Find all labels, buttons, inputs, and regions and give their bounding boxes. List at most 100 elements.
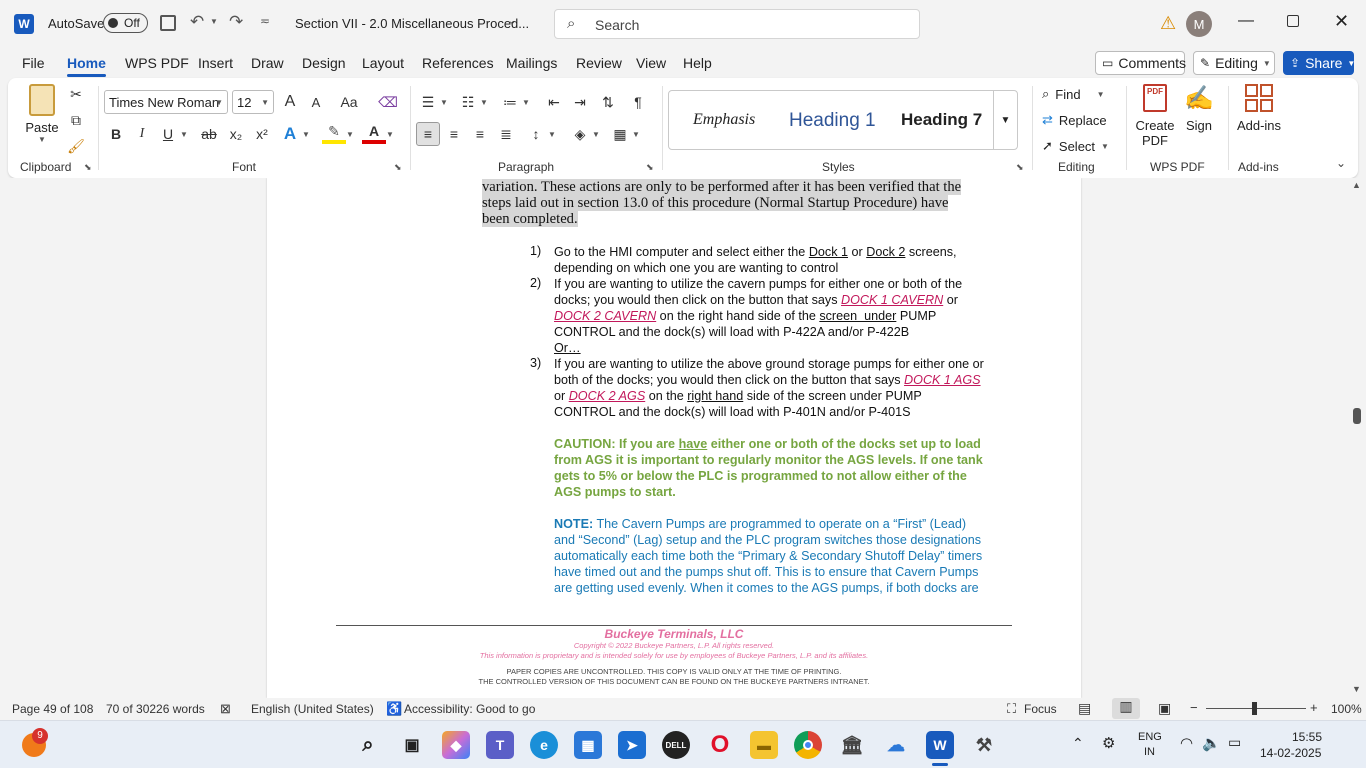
bullets-icon[interactable]: ☰ [416,90,440,114]
undo-dropdown-icon[interactable]: ▼ [210,17,218,26]
grow-font-icon[interactable]: A [278,90,302,114]
web-layout-icon[interactable]: ▣ [1158,700,1171,717]
page-count[interactable]: Page 49 of 108 [12,702,93,716]
chevron-down-icon[interactable]: ▼ [546,122,558,146]
select-button[interactable]: ➚ Select ▼ [1042,138,1109,154]
align-left-icon[interactable]: ≡ [416,122,440,146]
font-size-dropdown[interactable]: 12 ▼ [232,90,274,114]
replace-button[interactable]: ⇄ Replace [1042,112,1107,128]
zoom-slider-thumb[interactable] [1252,702,1257,715]
read-mode-icon[interactable]: ▤ [1078,700,1091,717]
zoom-level[interactable]: 100% [1331,702,1362,716]
close-icon[interactable]: ✕ [1334,11,1349,32]
copilot-icon[interactable]: ◆ [442,731,470,759]
edge-icon[interactable]: e [530,731,558,759]
dialog-launcher-icon[interactable]: ⬊ [1016,162,1024,173]
tab-design[interactable]: Design [302,55,346,71]
underline-icon[interactable]: U [156,122,180,146]
sort-icon[interactable]: ⇅ [596,90,620,114]
tab-help[interactable]: Help [683,55,712,71]
redo-icon[interactable]: ↷ [229,12,243,32]
align-right-icon[interactable]: ≡ [468,122,492,146]
restore-icon[interactable] [1287,15,1299,27]
print-layout-icon[interactable]: ▥ [1112,698,1140,719]
proofing-icon[interactable]: ⊠ [220,701,231,717]
autosave-toggle[interactable]: Off [103,13,148,33]
sign-button[interactable]: ✍ Sign [1182,84,1216,133]
zoom-out-icon[interactable]: − [1190,700,1198,715]
chevron-down-icon[interactable]: ▼ [178,122,190,146]
chevron-down-icon[interactable]: ▼ [344,122,356,146]
copy-icon[interactable]: ⧉ [64,108,88,132]
focus-button[interactable]: Focus [1024,702,1057,716]
focus-icon[interactable]: ⛶ [1007,701,1016,717]
format-painter-icon[interactable]: 🖌 [64,134,88,158]
comments-button[interactable]: ▭ Comments [1095,51,1186,75]
tab-references[interactable]: References [422,55,494,71]
tab-file[interactable]: File [22,55,45,71]
clock-date[interactable]: 14-02-2025 [1260,746,1321,760]
scroll-down-icon[interactable]: ▼ [1352,684,1361,694]
accessibility-status[interactable]: Accessibility: Good to go [404,702,535,716]
teams-icon[interactable]: T [486,731,514,759]
chevron-down-icon[interactable]: ▼ [590,122,602,146]
chevron-down-icon[interactable]: ▼ [630,122,642,146]
app-tray-icon[interactable]: ⚙ [1102,734,1115,752]
pilcrow-icon[interactable]: ¶ [626,90,650,114]
file-explorer-icon[interactable]: ▬ [750,731,778,759]
style-emphasis[interactable]: Emphasis [693,111,755,129]
windows-start-icon[interactable] [310,731,338,759]
collapse-ribbon-icon[interactable]: ⌄ [1336,156,1346,170]
wifi-icon[interactable]: ◠ [1180,734,1193,752]
dock-1-cavern-link[interactable]: DOCK 1 CAVERN [841,293,943,307]
style-heading-7[interactable]: Heading 7 [901,110,982,130]
shrink-font-icon[interactable]: A [304,90,328,114]
styles-more-button[interactable]: ▼ [993,91,1017,149]
opera-icon[interactable]: O [706,731,734,759]
subscript-icon[interactable]: x₂ [224,122,248,146]
chevron-down-icon[interactable]: ▼ [438,90,450,114]
dell-icon[interactable]: DELL [662,731,690,759]
chevron-down-icon[interactable]: ▼ [520,90,532,114]
clock-time[interactable]: 15:55 [1292,730,1322,744]
chevron-down-icon[interactable]: ▼ [384,122,396,146]
app-tools-icon[interactable]: ⚒ [970,731,998,759]
battery-icon[interactable]: ▭ [1228,734,1241,751]
align-center-icon[interactable]: ≡ [442,122,466,146]
app-building-icon[interactable]: 🏛 [838,731,866,759]
create-pdf-button[interactable]: PDF Create PDF [1134,84,1176,148]
chrome-icon[interactable] [794,731,822,759]
dialog-launcher-icon[interactable]: ⬊ [646,162,654,173]
chevron-down-icon[interactable]: ▼ [478,90,490,114]
tab-review[interactable]: Review [576,55,622,71]
zoom-in-icon[interactable]: + [1310,700,1318,715]
tab-wps-pdf[interactable]: WPS PDF [125,55,189,71]
clear-formatting-icon[interactable]: ⌫ [376,90,400,114]
tab-draw[interactable]: Draw [251,55,284,71]
line-spacing-icon[interactable]: ↕ [524,122,548,146]
style-heading-1[interactable]: Heading 1 [789,110,876,132]
editing-mode-button[interactable]: ✎ Editing ▼ [1193,51,1275,75]
dialog-launcher-icon[interactable]: ⬊ [394,162,402,173]
store-icon[interactable]: ▦ [574,731,602,759]
task-view-icon[interactable]: ▣ [398,731,426,759]
document-page[interactable]: variation. These actions are only to be … [267,178,1081,698]
language-indicator-2[interactable]: IN [1144,746,1155,758]
app-arrow-icon[interactable]: ➤ [618,731,646,759]
text-effects-icon[interactable]: A [278,122,302,146]
dialog-launcher-icon[interactable]: ⬊ [84,162,92,173]
search-box[interactable]: ⌕ Search [554,9,920,39]
selected-paragraph[interactable]: variation. These actions are only to be … [482,179,1010,227]
language-status[interactable]: English (United States) [251,702,374,716]
scroll-up-icon[interactable]: ▲ [1352,180,1361,190]
language-indicator-1[interactable]: ENG [1138,731,1162,743]
font-name-dropdown[interactable]: Times New Roman ▼ [104,90,228,114]
justify-icon[interactable]: ≣ [494,122,518,146]
tab-home[interactable]: Home [67,55,106,77]
cut-icon[interactable]: ✂ [64,82,88,106]
paste-button[interactable]: Paste ▼ [24,84,60,154]
undo-icon[interactable]: ↶ [190,12,204,32]
save-icon[interactable] [160,15,176,31]
strikethrough-icon[interactable]: ab [197,122,221,146]
warning-icon[interactable]: ⚠ [1160,13,1176,34]
